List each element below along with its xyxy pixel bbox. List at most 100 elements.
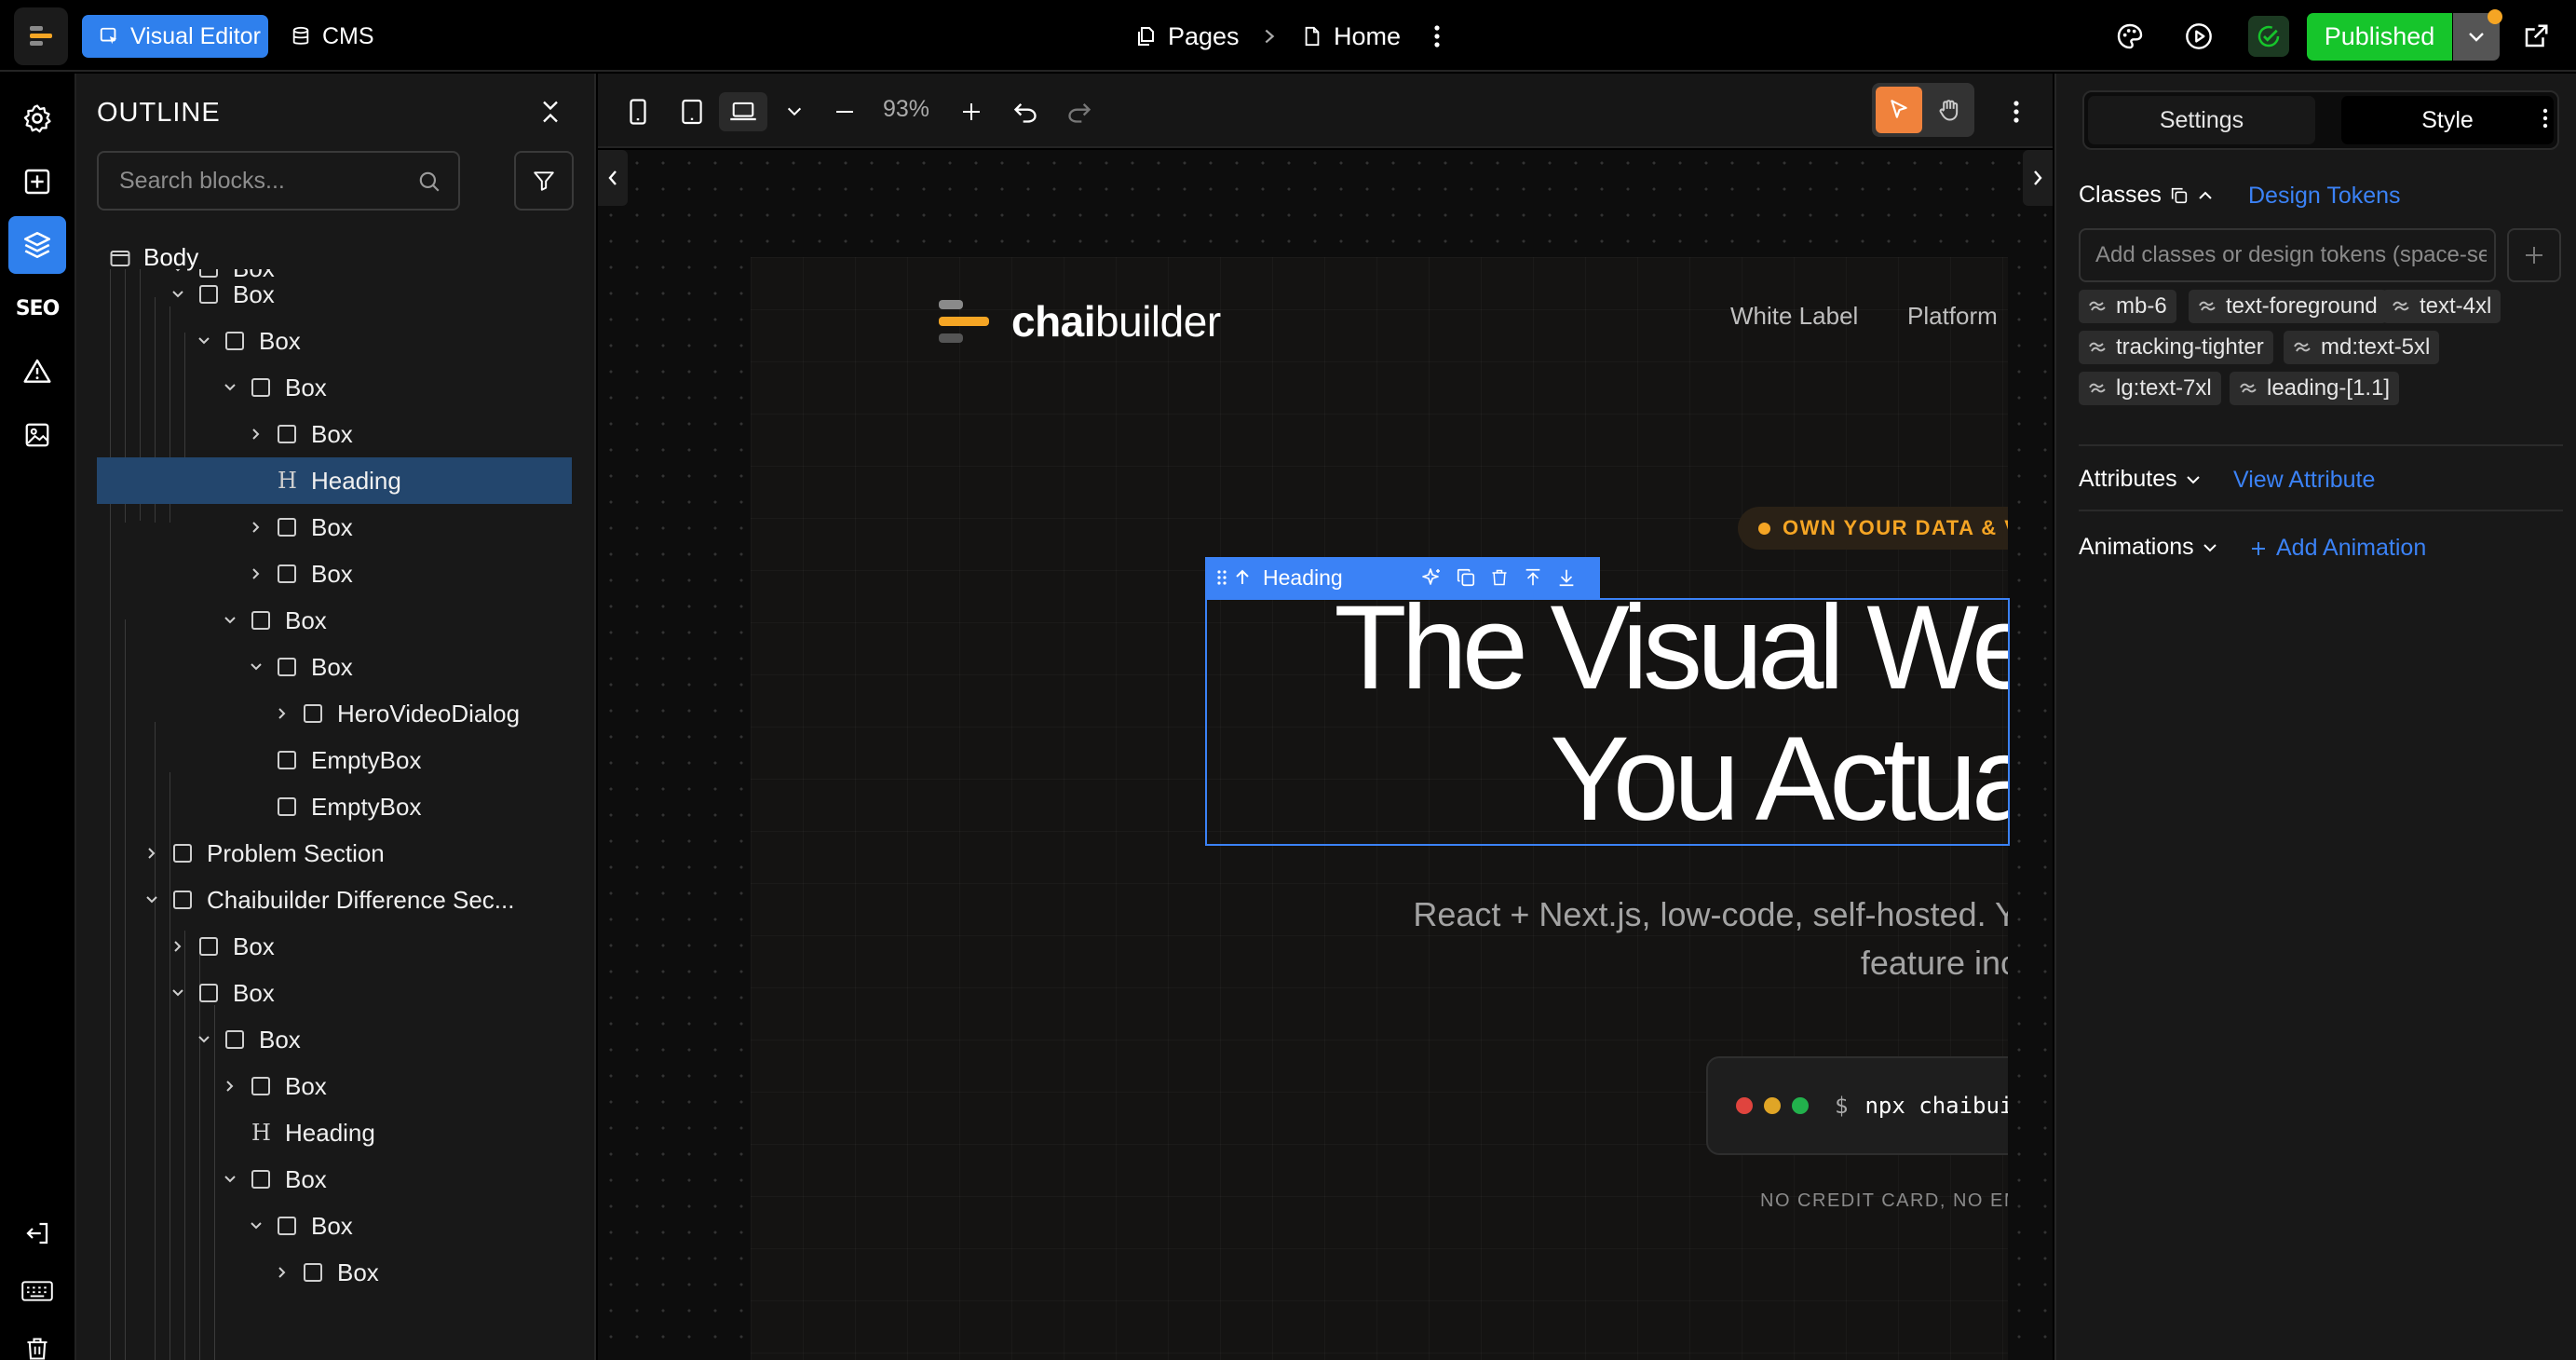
install-command-box[interactable]: $ npx chaibuilde [1706,1056,2008,1155]
design-tokens-link[interactable]: Design Tokens [2248,183,2401,210]
view-attribute-link[interactable]: View Attribute [2233,467,2375,494]
tree-row[interactable]: Box [97,504,572,551]
tree-row[interactable]: Box [97,551,572,597]
current-page-breadcrumb[interactable]: Home [1302,15,1401,58]
zoom-in-button[interactable] [952,92,991,131]
pages-breadcrumb[interactable]: Pages [1134,15,1240,58]
tree-row[interactable]: Problem Section [97,830,572,877]
rail-exit-button[interactable] [8,1204,66,1262]
preview-button[interactable] [2179,17,2218,56]
tree-row[interactable]: Box [97,318,572,364]
tablet-viewport-button[interactable] [672,92,712,131]
delete-block-icon[interactable] [1488,566,1511,589]
site-nav-platform[interactable]: Platform [1907,302,1998,331]
chevron-right-icon[interactable] [142,843,162,864]
add-animation-button[interactable]: Add Animation [2250,535,2426,562]
copy-icon[interactable] [2169,185,2190,206]
chevron-right-icon[interactable] [272,703,292,724]
chevron-right-icon[interactable] [272,1262,292,1283]
rail-delete-button[interactable] [8,1320,66,1360]
tree-row[interactable]: Box [97,1203,572,1249]
laptop-viewport-button[interactable] [719,92,767,131]
classes-input-field[interactable] [2095,242,2487,268]
tree-row[interactable]: HeroVideoDialog [97,690,572,737]
collapse-right-panel-button[interactable] [2023,150,2053,206]
attributes-section-header[interactable]: Attributes [2079,466,2202,493]
chevron-down-icon[interactable] [246,1216,266,1236]
tab-style[interactable]: Style [2341,96,2554,144]
rail-settings-button[interactable] [8,89,66,147]
tree-row[interactable]: H Heading [97,1109,572,1156]
rail-shortcuts-button[interactable] [8,1262,66,1320]
open-external-button[interactable] [2516,17,2556,56]
tree-row[interactable]: Box [97,644,572,690]
tree-row[interactable]: Chaibuilder Difference Sec... [97,877,572,923]
tree-row-selected[interactable]: H Heading [97,457,572,504]
outline-search[interactable] [97,151,460,211]
tree-row[interactable]: Box [97,923,572,970]
app-logo[interactable] [14,7,68,65]
tree-row[interactable]: Box [97,1249,572,1296]
chevron-down-icon[interactable] [246,657,266,677]
move-up-icon[interactable] [1522,566,1544,589]
class-chip[interactable]: md:text-5xl [2284,331,2440,364]
classes-input[interactable] [2079,228,2496,282]
class-chip[interactable]: leading-[1.1] [2230,372,2400,405]
chevron-down-icon[interactable] [194,1029,214,1050]
publish-button[interactable]: Published [2307,13,2452,61]
site-logo[interactable]: chaibuilder [937,296,1221,347]
tree-row[interactable]: Box [97,411,572,457]
zoom-out-button[interactable] [825,92,864,131]
rail-add-block-button[interactable] [8,153,66,211]
tree-row[interactable]: Box [97,1063,572,1109]
move-down-icon[interactable] [1555,566,1578,589]
tab-settings[interactable]: Settings [2088,96,2315,144]
chevron-down-icon[interactable] [194,331,214,351]
tree-row[interactable]: EmptyBox [97,783,572,830]
chevron-right-icon[interactable] [246,564,266,584]
chevron-down-icon[interactable] [220,610,240,631]
tree-row[interactable]: Box [97,970,572,1016]
chevron-right-icon[interactable] [168,936,188,957]
collapse-left-panel-button[interactable] [598,150,628,206]
duplicate-icon[interactable] [1455,566,1477,589]
chevron-down-icon[interactable] [142,890,162,910]
chevron-right-icon[interactable] [246,517,266,537]
class-chip[interactable]: lg:text-7xl [2079,372,2221,405]
chevron-right-icon[interactable] [220,1076,240,1096]
select-mode-button[interactable] [1876,87,1922,133]
redo-button[interactable] [1060,92,1099,131]
outline-filter-button[interactable] [514,151,574,211]
page-menu-button[interactable] [1417,17,1457,56]
chevron-up-icon[interactable] [2197,190,2214,201]
chevron-down-icon[interactable] [220,377,240,398]
tree-row[interactable]: EmptyBox [97,737,572,783]
pan-mode-button[interactable] [1926,87,1973,133]
canvas[interactable]: chaibuilder White Label Platform OWN YOU… [598,150,2053,1360]
ai-sparkle-icon[interactable] [1421,566,1444,589]
mobile-viewport-button[interactable] [618,92,658,131]
drag-handle-icon[interactable] [1211,566,1233,589]
animations-section-header[interactable]: Animations [2079,534,2218,561]
rail-seo-button[interactable]: SEO [8,279,66,337]
outline-search-input[interactable] [119,167,417,195]
tree-row[interactable]: Box [97,271,572,318]
classes-section-header[interactable]: Classes [2079,182,2214,209]
tree-row[interactable]: Box [97,364,572,411]
rail-outline-button[interactable] [8,216,66,274]
class-chip[interactable]: text-4xl [2382,290,2501,323]
canvas-more-button[interactable] [1997,92,2036,131]
collapse-all-button[interactable] [537,98,563,126]
chevron-right-icon[interactable] [246,424,266,444]
chevron-down-icon[interactable] [220,1169,240,1190]
tree-row[interactable]: Box [97,1156,572,1203]
add-class-button[interactable] [2507,228,2561,282]
class-chip[interactable]: mb-6 [2079,290,2176,323]
rail-media-button[interactable] [8,406,66,464]
tree-row[interactable]: Box [97,1016,572,1063]
visual-editor-button[interactable]: Visual Editor [82,15,268,58]
tree-root-body[interactable]: Body [110,243,198,272]
theme-button[interactable] [2110,17,2149,56]
tree-row[interactable]: Box [97,597,572,644]
cms-button[interactable]: CMS [291,15,374,58]
